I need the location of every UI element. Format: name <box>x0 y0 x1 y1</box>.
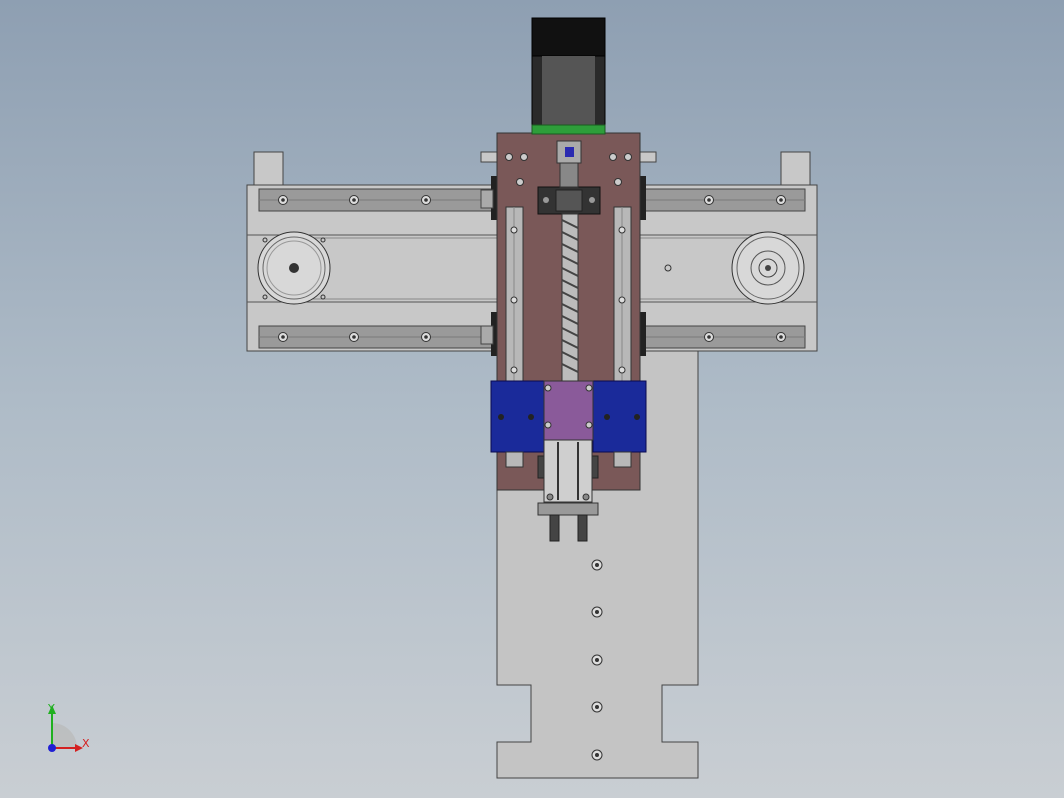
shaft-coupling <box>556 140 582 188</box>
coordinate-triad: Y X <box>47 702 90 752</box>
bearing-block <box>537 186 601 215</box>
y-axis-label: Y <box>47 702 55 715</box>
slider-block-left <box>490 380 545 453</box>
ball-screw <box>561 213 579 383</box>
z-axis-dot <box>48 744 56 752</box>
x-axis-label: X <box>82 737 90 750</box>
cad-viewport[interactable]: Y X <box>0 0 1064 798</box>
cad-drawing[interactable]: Y X <box>0 0 1064 798</box>
screw-nut-mount <box>543 380 594 441</box>
pulley-left <box>257 231 331 305</box>
slider-block-right <box>592 380 647 453</box>
stepper-motor <box>531 17 606 135</box>
